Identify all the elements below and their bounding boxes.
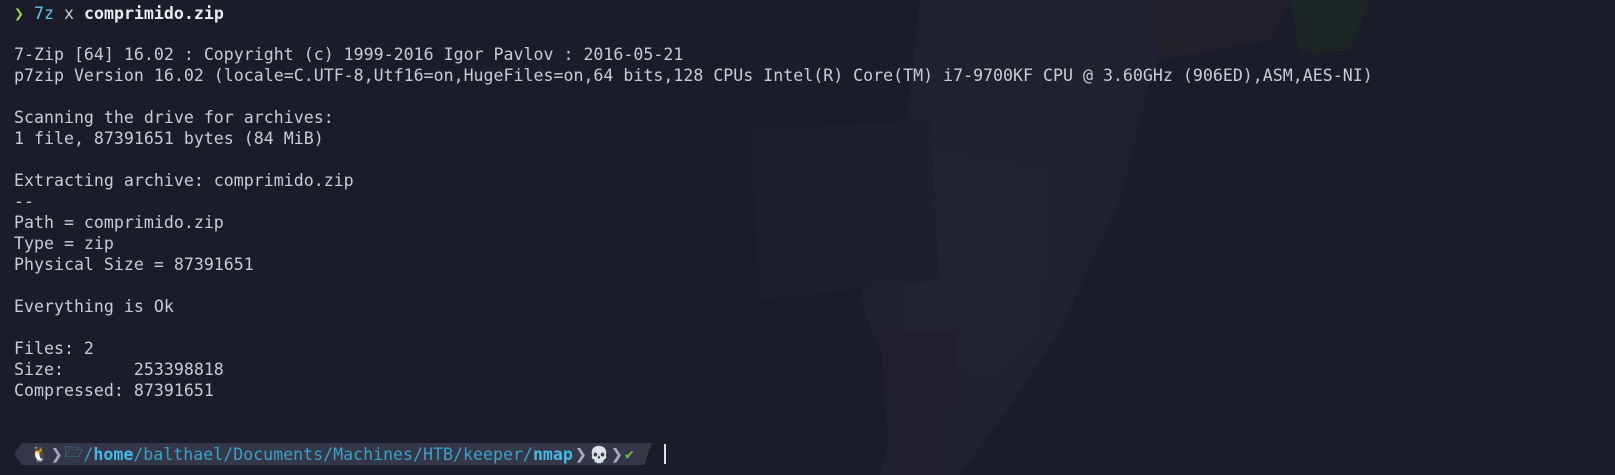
folder-open-icon: 🗁	[64, 442, 84, 461]
output-banner: 7-Zip [64] 16.02 : Copyright (c) 1999-20…	[14, 45, 684, 64]
prompt-path-middle: /balthael/Documents/Machines/HTB/keeper/	[133, 444, 533, 464]
output-version: p7zip Version 16.02 (locale=C.UTF-8,Utf1…	[14, 66, 1373, 85]
output-compressed: Compressed: 87391651	[14, 381, 214, 400]
output-path: Path = comprimido.zip	[14, 213, 224, 232]
check-icon: ✔	[624, 445, 634, 463]
terminal-window[interactable]: ❯ 7z x comprimido.zip 7-Zip [64] 16.02 :…	[0, 0, 1615, 475]
output-scanning: Scanning the drive for archives:	[14, 108, 334, 127]
shell-prompt: 🐧 ❯ 🗁 / home/balthael/Documents/Machines/…	[14, 443, 666, 465]
prompt-path-current: nmap	[532, 444, 573, 464]
command-arg: x	[63, 4, 74, 23]
segment-separator-icon: ❯	[574, 442, 587, 466]
prompt-arrow-icon: ❯	[14, 4, 24, 23]
command-name: 7z	[34, 4, 54, 23]
output-physical-size: Physical Size = 87391651	[14, 255, 254, 274]
output-size: Size: 253398818	[14, 360, 224, 379]
prompt-left-cap	[14, 443, 22, 465]
segment-separator-icon: ❯	[610, 442, 623, 466]
output-scan-result: 1 file, 87391651 bytes (84 MiB)	[14, 129, 324, 148]
output-extracting: Extracting archive: comprimido.zip	[14, 171, 354, 190]
prompt-path-root: /	[83, 444, 94, 464]
command-file: comprimido.zip	[83, 4, 224, 23]
prompt-right-cap	[637, 443, 652, 465]
prompt-os-segment: 🐧 ❯ 🗁 / home/balthael/Documents/Machines/…	[22, 443, 638, 465]
output-status: Everything is Ok	[14, 297, 174, 316]
linux-tux-icon: 🐧	[30, 445, 49, 463]
text-cursor[interactable]	[663, 444, 666, 464]
prompt-path-home: home	[93, 444, 134, 464]
output-files: Files: 2	[14, 339, 94, 358]
segment-separator-icon: ❯	[50, 442, 63, 466]
output-type: Type = zip	[14, 234, 114, 253]
command-line: ❯ 7z x comprimido.zip	[14, 3, 224, 24]
output-separator: --	[14, 192, 34, 211]
skull-icon: 💀	[588, 444, 609, 464]
